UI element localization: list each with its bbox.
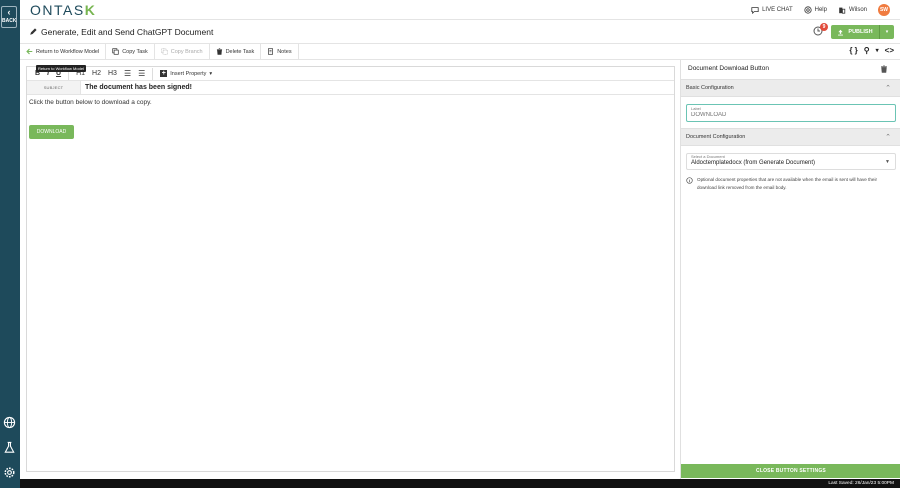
caret-down-icon[interactable]: ▾ bbox=[876, 47, 879, 54]
live-chat-link[interactable]: LIVE CHAT bbox=[751, 6, 793, 14]
upload-icon bbox=[838, 29, 844, 35]
arrow-left-icon bbox=[26, 48, 33, 55]
copy-task-button[interactable]: Copy Task bbox=[106, 44, 155, 59]
note-icon bbox=[268, 48, 274, 55]
insert-property-button[interactable]: + Insert Property ▾ bbox=[160, 70, 212, 77]
globe-icon[interactable] bbox=[3, 416, 16, 429]
basic-configuration-header[interactable]: Basic Configuration ⌃ bbox=[681, 79, 900, 97]
status-bar: Last Saved: 26/Jan/23 5:00PM bbox=[20, 479, 900, 488]
code-icon[interactable]: <> bbox=[885, 46, 894, 55]
live-chat-label: LIVE CHAT bbox=[762, 7, 793, 13]
top-header: ONTASK LIVE CHAT Help Wilson SW bbox=[20, 0, 900, 20]
title-bar: Generate, Edit and Send ChatGPT Document… bbox=[20, 20, 900, 44]
wand-icon[interactable]: ⚲ bbox=[864, 46, 870, 55]
chevron-up-icon: ⌃ bbox=[885, 85, 891, 92]
divider bbox=[152, 67, 154, 80]
info-note: Optional document properties that are no… bbox=[686, 176, 896, 192]
info-icon bbox=[686, 177, 693, 184]
numbered-list-icon[interactable]: ☰ bbox=[138, 69, 145, 78]
copy-branch-icon bbox=[161, 48, 168, 55]
select-caption: Select a Document bbox=[691, 154, 725, 159]
label-input[interactable] bbox=[691, 112, 881, 118]
ontask-logo[interactable]: ONTASK bbox=[30, 2, 96, 18]
task-toolbar: Return to Workflow Model Copy Task Copy … bbox=[20, 44, 900, 60]
gear-icon[interactable] bbox=[3, 466, 16, 479]
last-saved-text: Last Saved: 26/Jan/23 5:00PM bbox=[828, 481, 894, 486]
copy-branch-button[interactable]: Copy Branch bbox=[155, 44, 210, 59]
subject-label: SUBJECT bbox=[27, 81, 81, 94]
chevron-left-icon: ‹ bbox=[7, 7, 11, 17]
settings-panel: Document Download Button Basic Configura… bbox=[680, 60, 900, 479]
return-to-workflow-button[interactable]: Return to Workflow Model bbox=[20, 44, 107, 59]
subject-row: SUBJECT The document has been signed! bbox=[27, 81, 674, 95]
left-rail: ‹ BACK bbox=[0, 0, 20, 488]
avatar[interactable]: SW bbox=[878, 4, 890, 16]
label-field: Label bbox=[686, 104, 896, 122]
bullet-list-icon[interactable]: ☰ bbox=[124, 69, 131, 78]
help-label: Help bbox=[814, 7, 827, 13]
heading2-button[interactable]: H2 bbox=[92, 70, 101, 77]
delete-task-button[interactable]: Delete Task bbox=[210, 44, 262, 59]
panel-title: Document Download Button bbox=[688, 65, 769, 72]
chevron-up-icon: ⌃ bbox=[885, 134, 891, 141]
building-icon bbox=[839, 7, 846, 14]
publish-split-button: PUBLISH ▾ bbox=[831, 25, 894, 39]
help-link[interactable]: Help bbox=[804, 6, 827, 14]
flask-icon[interactable] bbox=[3, 441, 16, 454]
caret-down-icon: ▼ bbox=[885, 159, 890, 165]
history-button[interactable]: 9 bbox=[813, 23, 828, 38]
document-select[interactable]: Select a Document Aldoctemplatedocx (fro… bbox=[686, 153, 896, 170]
chat-bubble-icon bbox=[751, 7, 759, 14]
select-value: Aldoctemplatedocx (from Generate Documen… bbox=[691, 160, 816, 166]
heading3-button[interactable]: H3 bbox=[108, 70, 117, 77]
publish-button[interactable]: PUBLISH bbox=[831, 25, 879, 39]
tooltip: Return to Workflow Model bbox=[36, 65, 86, 72]
email-editor: B I U H1 H2 H3 ☰ ☰ + Insert Property ▾ R… bbox=[26, 65, 675, 472]
close-button-settings[interactable]: CLOSE BUTTON SETTINGS bbox=[681, 464, 900, 478]
user-name: Wilson bbox=[848, 7, 867, 13]
email-body-text[interactable]: Click the button below to download a cop… bbox=[29, 99, 152, 106]
caret-down-icon: ▾ bbox=[209, 70, 213, 77]
page-title[interactable]: Generate, Edit and Send ChatGPT Document bbox=[41, 27, 213, 37]
help-circle-icon bbox=[804, 6, 812, 14]
notes-button[interactable]: Notes bbox=[261, 44, 299, 59]
format-toolbar: B I U H1 H2 H3 ☰ ☰ + Insert Property ▾ R… bbox=[27, 65, 674, 81]
trash-icon bbox=[216, 48, 222, 55]
back-label: BACK bbox=[2, 18, 17, 24]
download-button[interactable]: DOWNLOAD bbox=[29, 125, 74, 139]
variables-icon[interactable]: { } bbox=[849, 46, 857, 55]
notification-badge: 9 bbox=[820, 23, 828, 31]
copy-icon bbox=[112, 48, 119, 55]
subject-input[interactable]: The document has been signed! bbox=[81, 81, 192, 94]
caret-down-icon: ▾ bbox=[885, 29, 889, 35]
pencil-icon[interactable] bbox=[29, 28, 37, 36]
label-caption: Label bbox=[691, 106, 701, 111]
user-menu[interactable]: Wilson bbox=[838, 6, 867, 14]
trash-icon[interactable] bbox=[880, 65, 888, 73]
back-button[interactable]: ‹ BACK bbox=[1, 6, 17, 28]
document-configuration-header[interactable]: Document Configuration ⌃ bbox=[681, 128, 900, 146]
plus-icon: + bbox=[160, 70, 168, 77]
publish-dropdown-button[interactable]: ▾ bbox=[879, 25, 894, 39]
